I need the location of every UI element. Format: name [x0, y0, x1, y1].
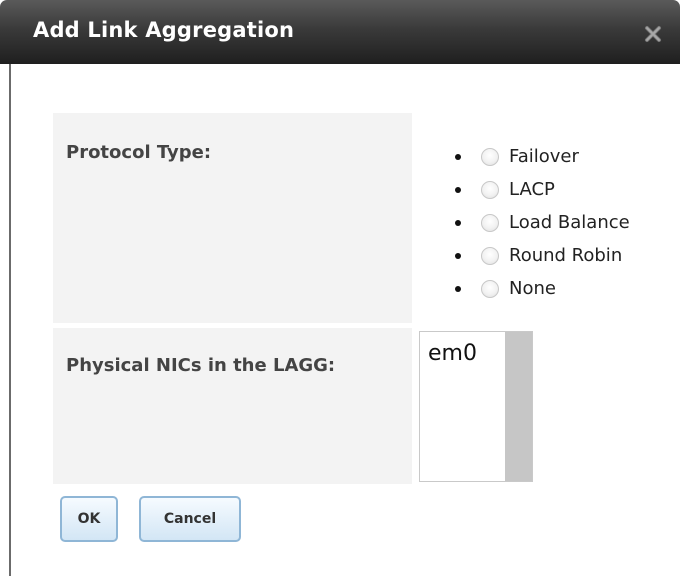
- listbox-scrollbar[interactable]: [505, 332, 532, 481]
- radio-label: Failover: [509, 146, 579, 167]
- protocol-type-radio-group: Failover LACP Load Balance Round Robin N…: [455, 140, 630, 305]
- bullet-icon: [455, 153, 461, 160]
- dialog-left-border: [9, 64, 11, 576]
- bullet-icon: [455, 186, 461, 193]
- radio-option-lacp[interactable]: LACP: [455, 173, 630, 206]
- radio-option-load-balance[interactable]: Load Balance: [455, 206, 630, 239]
- radio-button-icon[interactable]: [481, 180, 499, 199]
- radio-button-icon[interactable]: [481, 147, 499, 166]
- radio-label: LACP: [509, 179, 555, 200]
- radio-button-icon[interactable]: [481, 213, 499, 232]
- radio-option-failover[interactable]: Failover: [455, 140, 630, 173]
- add-link-aggregation-dialog: Add Link Aggregation Protocol Type: Fail…: [0, 0, 680, 576]
- radio-option-none[interactable]: None: [455, 272, 630, 305]
- radio-label: Round Robin: [509, 245, 623, 266]
- dialog-titlebar[interactable]: Add Link Aggregation: [0, 0, 680, 64]
- bullet-icon: [455, 219, 461, 226]
- radio-label: Load Balance: [509, 212, 630, 233]
- bullet-icon: [455, 285, 461, 292]
- radio-option-round-robin[interactable]: Round Robin: [455, 239, 630, 272]
- close-icon[interactable]: [643, 24, 663, 44]
- radio-label: None: [509, 278, 556, 299]
- ok-button[interactable]: OK: [60, 496, 118, 542]
- nic-option-em0[interactable]: em0: [428, 341, 477, 366]
- radio-button-icon[interactable]: [481, 279, 499, 298]
- protocol-type-label: Protocol Type:: [66, 142, 212, 163]
- cancel-button[interactable]: Cancel: [139, 496, 241, 542]
- physical-nics-listbox[interactable]: em0: [419, 331, 533, 482]
- bullet-icon: [455, 252, 461, 259]
- radio-button-icon[interactable]: [481, 246, 499, 265]
- dialog-title: Add Link Aggregation: [33, 18, 295, 42]
- nics-label-cell: [53, 328, 412, 484]
- physical-nics-label: Physical NICs in the LAGG:: [66, 355, 336, 376]
